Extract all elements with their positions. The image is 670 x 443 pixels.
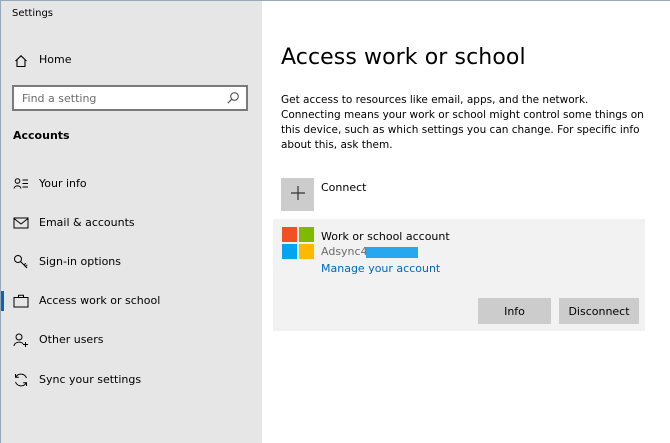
mail-icon (13, 215, 29, 231)
sidebar-item-home[interactable]: Home (1, 47, 262, 75)
window-title: Settings (12, 8, 54, 19)
add-person-icon (13, 332, 29, 348)
disconnect-button[interactable]: Disconnect (559, 298, 639, 324)
sidebar-item-label: Access work or school (39, 294, 161, 307)
sidebar-item-other-users[interactable]: Other users (1, 325, 262, 355)
logo-square-yellow (299, 244, 314, 259)
key-icon (13, 254, 29, 270)
connect-label[interactable]: Connect (321, 181, 366, 194)
sidebar-item-email-accounts[interactable]: Email & accounts (1, 208, 262, 238)
active-indicator (1, 291, 4, 311)
person-info-icon (13, 176, 29, 192)
sidebar: Settings Home Accounts Your info Email (1, 1, 262, 443)
page-description: Get access to resources like email, apps… (281, 94, 644, 151)
info-button[interactable]: Info (478, 298, 551, 324)
plus-icon (290, 185, 306, 205)
microsoft-logo-icon (282, 227, 314, 259)
settings-window: Settings Home Accounts Your info Email (0, 0, 670, 443)
sidebar-item-label: Your info (39, 177, 87, 190)
manage-account-link[interactable]: Manage your account (321, 262, 440, 275)
section-title: Accounts (13, 129, 70, 142)
home-icon (13, 53, 29, 69)
account-title: Work or school account (321, 230, 450, 243)
search-box[interactable] (12, 85, 248, 111)
briefcase-icon (13, 293, 29, 309)
account-card[interactable]: Work or school account Adsync4@ Manage y… (273, 219, 645, 331)
sidebar-item-label: Other users (39, 333, 104, 346)
connect-button[interactable] (281, 178, 314, 211)
sidebar-item-label: Sign-in options (39, 255, 122, 268)
logo-square-red (282, 227, 297, 242)
page-title: Access work or school (281, 45, 526, 70)
redaction-mark (366, 247, 418, 258)
sidebar-item-sync-your-settings[interactable]: Sync your settings (1, 365, 262, 395)
sidebar-item-label: Email & accounts (39, 216, 135, 229)
logo-square-green (299, 227, 314, 242)
logo-square-blue (282, 244, 297, 259)
main-content: Access work or school Get access to reso… (262, 1, 670, 443)
sidebar-item-your-info[interactable]: Your info (1, 169, 262, 199)
search-icon[interactable] (226, 90, 240, 104)
sidebar-item-label: Home (39, 53, 72, 66)
sync-icon (13, 372, 29, 388)
sidebar-item-access-work-or-school[interactable]: Access work or school (1, 286, 262, 316)
search-input[interactable] (14, 87, 219, 109)
sidebar-item-sign-in-options[interactable]: Sign-in options (1, 247, 262, 277)
sidebar-item-label: Sync your settings (39, 373, 142, 386)
